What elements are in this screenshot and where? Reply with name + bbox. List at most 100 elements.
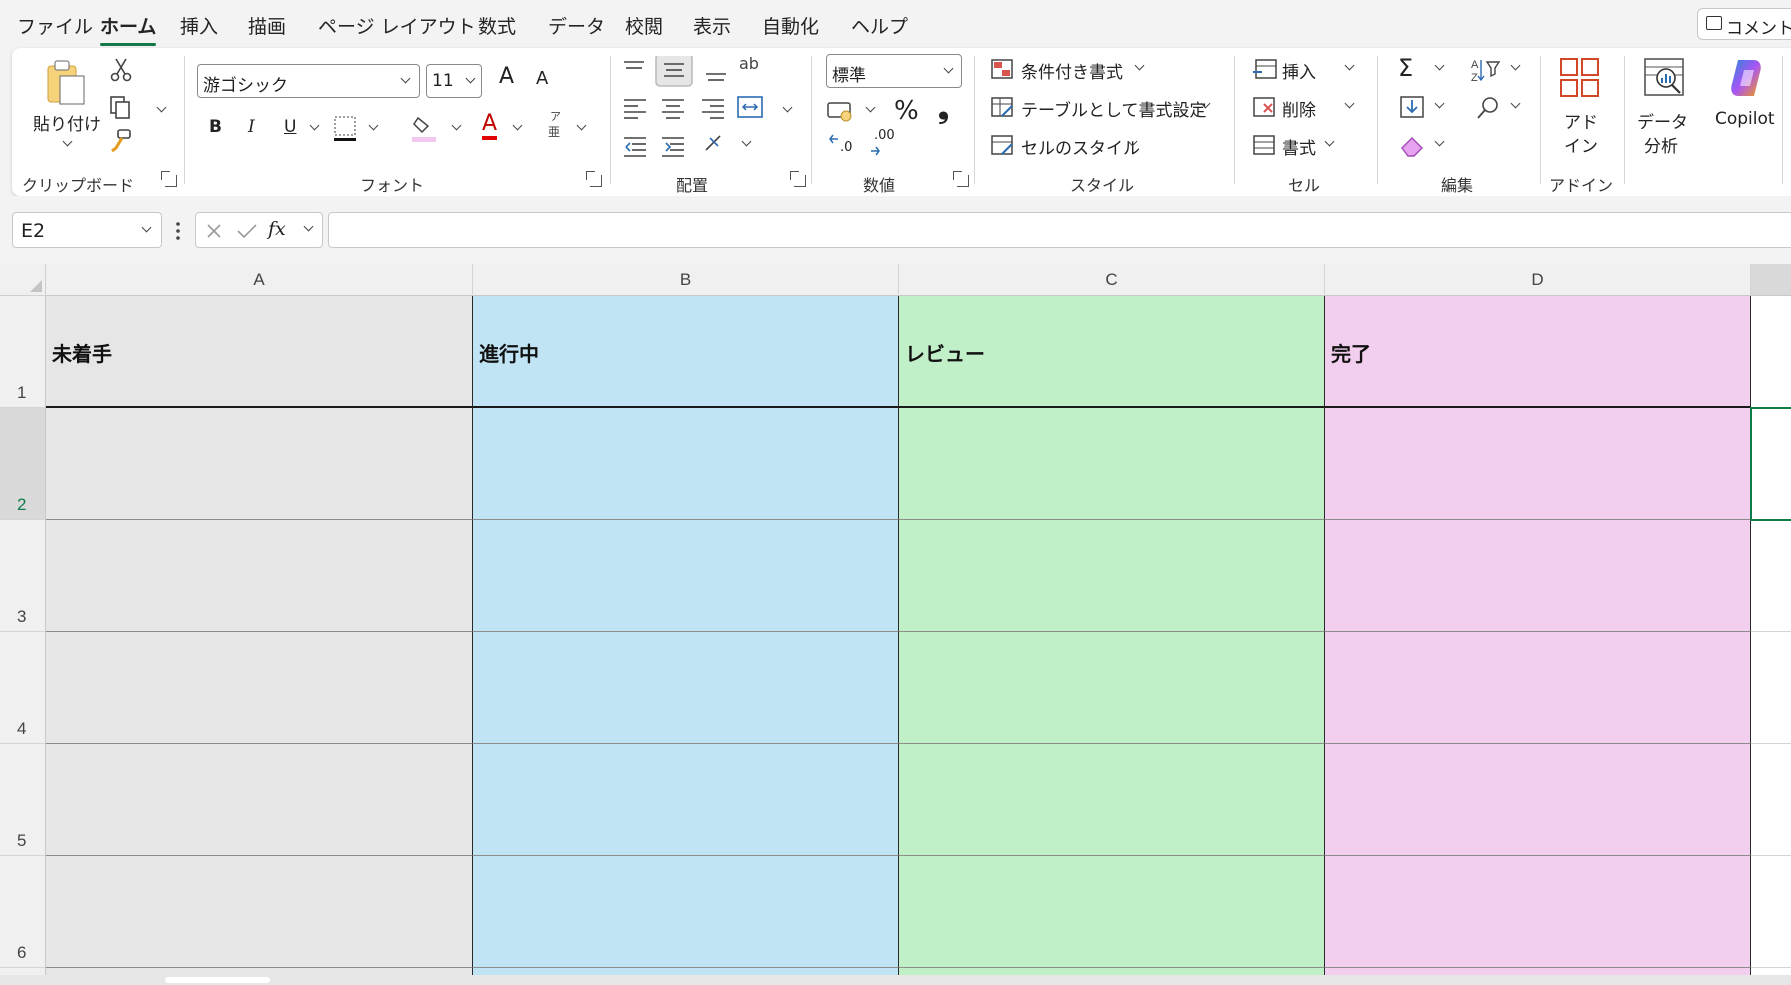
italic-button[interactable]: I (248, 117, 255, 137)
font-color-button[interactable]: A (482, 112, 498, 140)
underline-chevron-icon[interactable] (309, 120, 320, 131)
cell-a1[interactable]: 未着手 (46, 296, 473, 408)
comment-button[interactable]: コメント (1697, 8, 1791, 40)
cell-c1[interactable]: レビュー (899, 296, 1325, 408)
phonetic-bottom[interactable]: 亜 (548, 123, 560, 140)
currency-chevron-icon[interactable] (865, 102, 876, 113)
column-header-b[interactable]: B (473, 264, 899, 296)
wrap-text-button[interactable]: ab (739, 54, 759, 73)
fill-icon[interactable] (1398, 94, 1426, 122)
sort-filter-icon[interactable]: AZ (1470, 56, 1504, 84)
currency-icon[interactable] (826, 98, 856, 124)
cancel-icon[interactable] (205, 222, 223, 240)
cell-e5[interactable] (1751, 744, 1791, 856)
tab-review[interactable]: 校閲 (625, 12, 663, 39)
orientation-icon[interactable] (702, 130, 732, 156)
row-header-2[interactable]: 2 (0, 408, 46, 520)
fill-chevron-icon[interactable] (1434, 98, 1445, 109)
more-options-icon[interactable] (173, 220, 183, 242)
font-color-chevron-icon[interactable] (512, 120, 523, 131)
clear-icon[interactable] (1398, 132, 1426, 160)
tab-automate[interactable]: 自動化 (762, 12, 819, 39)
merge-chevron-icon[interactable] (782, 102, 793, 113)
cell-b5[interactable] (473, 744, 899, 856)
cell-a2[interactable] (46, 408, 473, 520)
cell-d6[interactable] (1325, 856, 1751, 968)
cell-e6[interactable] (1751, 856, 1791, 968)
tab-draw[interactable]: 描画 (248, 12, 286, 39)
phonetic-top[interactable]: ア (550, 108, 561, 124)
cell-b2[interactable] (473, 408, 899, 520)
tab-formulas[interactable]: 数式 (478, 12, 516, 39)
sheet-tab[interactable] (165, 977, 270, 983)
grow-font-button[interactable]: A (499, 64, 514, 89)
name-box[interactable]: E2 (12, 212, 162, 248)
copy-chevron-icon[interactable] (156, 102, 167, 113)
cell-d3[interactable] (1325, 520, 1751, 632)
number-launcher-icon[interactable] (953, 171, 969, 187)
copy-icon[interactable] (108, 94, 134, 120)
borders-icon[interactable] (332, 114, 358, 144)
find-select-chevron-icon[interactable] (1510, 98, 1521, 109)
shrink-font-button[interactable]: A (536, 68, 548, 89)
cell-a5[interactable] (46, 744, 473, 856)
tab-page-layout[interactable]: ページ レイアウト (318, 12, 476, 39)
cell-d4[interactable] (1325, 632, 1751, 744)
comma-button[interactable]: ❟ (938, 92, 949, 126)
cell-d5[interactable] (1325, 744, 1751, 856)
bold-button[interactable]: B (209, 117, 222, 137)
find-select-icon[interactable] (1474, 94, 1502, 122)
select-all-button[interactable] (0, 264, 46, 296)
cell-d2[interactable] (1325, 408, 1751, 520)
cell-b3[interactable] (473, 520, 899, 632)
row-header-1[interactable]: 1 (0, 296, 46, 408)
insert-function-button[interactable]: fx (268, 218, 286, 240)
borders-chevron-icon[interactable] (368, 120, 379, 131)
cell-a4[interactable] (46, 632, 473, 744)
cell-c2[interactable] (899, 408, 1325, 520)
tab-help[interactable]: ヘルプ (851, 12, 908, 39)
column-header-a[interactable]: A (46, 264, 473, 296)
number-format-select[interactable]: 標準 (826, 54, 962, 88)
row-header-6[interactable]: 6 (0, 856, 46, 968)
cell-e3[interactable] (1751, 520, 1791, 632)
cell-c4[interactable] (899, 632, 1325, 744)
phonetic-chevron-icon[interactable] (576, 120, 587, 131)
cell-e1[interactable] (1751, 296, 1791, 408)
row-header-4[interactable]: 4 (0, 632, 46, 744)
column-header-d[interactable]: D (1325, 264, 1751, 296)
sort-filter-chevron-icon[interactable] (1510, 60, 1521, 71)
cell-a3[interactable] (46, 520, 473, 632)
cell-d1[interactable]: 完了 (1325, 296, 1751, 408)
alignment-icons[interactable] (620, 56, 740, 176)
cell-e2[interactable] (1751, 408, 1791, 520)
tab-insert[interactable]: 挿入 (180, 12, 218, 39)
tab-view[interactable]: 表示 (693, 12, 731, 39)
cut-icon[interactable] (108, 56, 134, 82)
cell-a6[interactable] (46, 856, 473, 968)
cell-c5[interactable] (899, 744, 1325, 856)
row-header-3[interactable]: 3 (0, 520, 46, 632)
merge-center-icon[interactable] (736, 94, 766, 120)
font-name-select[interactable]: 游ゴシック (197, 64, 420, 98)
clipboard-launcher-icon[interactable] (161, 171, 177, 187)
fill-color-icon[interactable] (410, 112, 438, 144)
clear-chevron-icon[interactable] (1434, 136, 1445, 147)
cell-b1[interactable]: 進行中 (473, 296, 899, 408)
fill-color-chevron-icon[interactable] (451, 120, 462, 131)
autosum-button[interactable]: Σ (1398, 54, 1413, 82)
formula-input[interactable] (328, 212, 1791, 248)
cell-c6[interactable] (899, 856, 1325, 968)
percent-button[interactable]: % (894, 96, 919, 126)
orientation-chevron-icon[interactable] (741, 136, 752, 147)
cell-c3[interactable] (899, 520, 1325, 632)
cell-e4[interactable] (1751, 632, 1791, 744)
tab-file[interactable]: ファイル (17, 12, 93, 39)
tab-home[interactable]: ホーム (100, 12, 157, 46)
enter-icon[interactable] (236, 222, 258, 240)
format-painter-icon[interactable] (108, 128, 134, 154)
autosum-chevron-icon[interactable] (1434, 60, 1445, 71)
font-size-select[interactable]: 11 (426, 64, 482, 98)
cell-b6[interactable] (473, 856, 899, 968)
tab-data[interactable]: データ (548, 12, 605, 39)
